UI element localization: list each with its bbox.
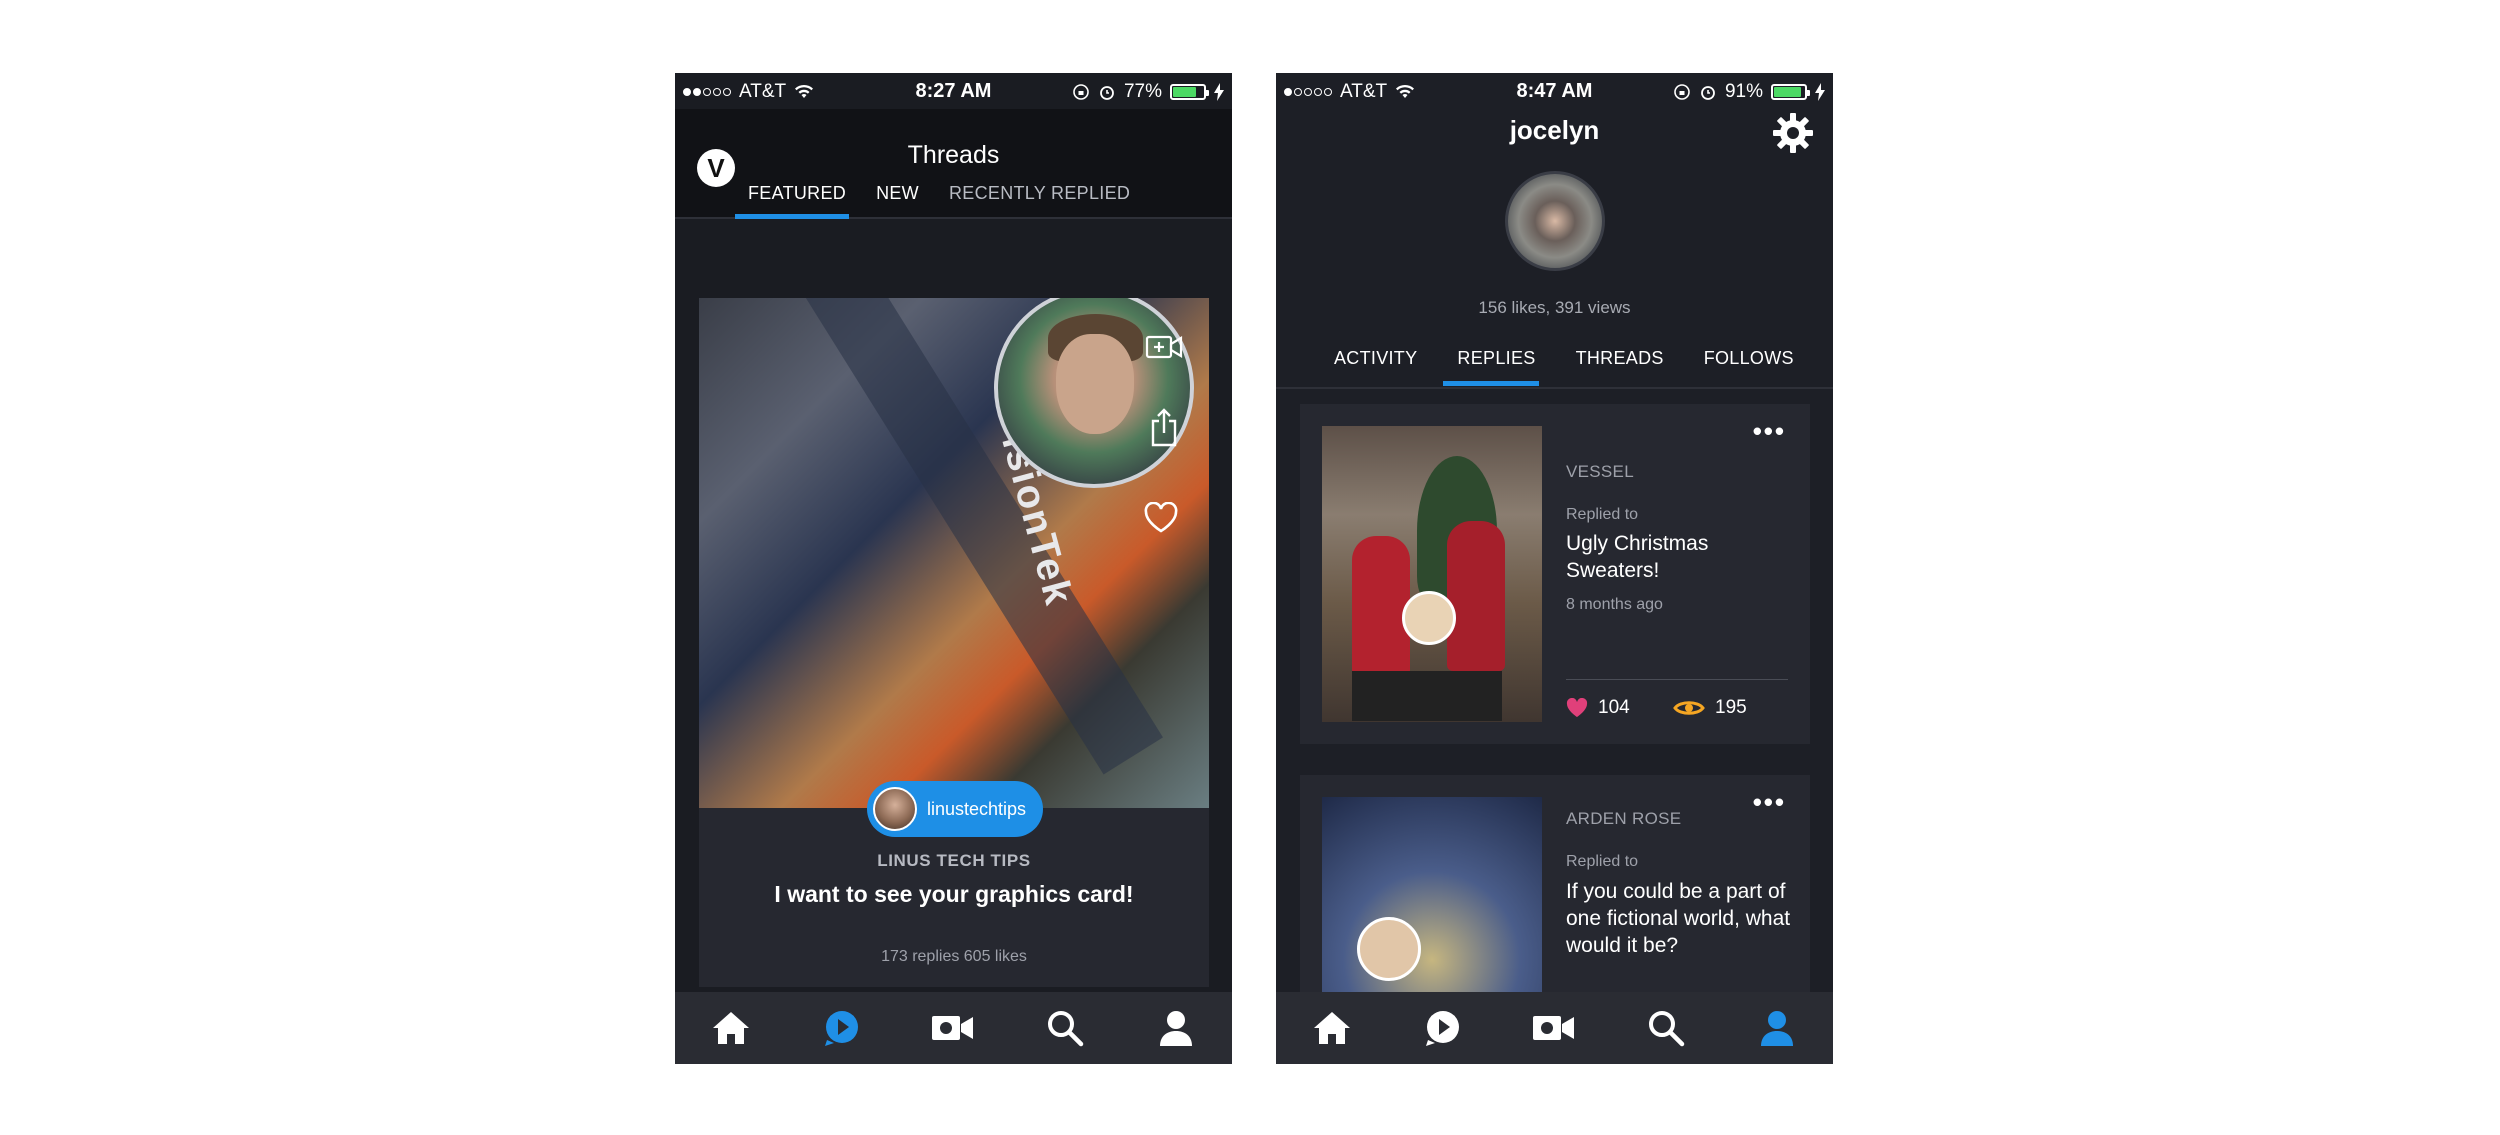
share-icon[interactable] xyxy=(1147,406,1181,448)
profile-screen: AT&T 8:47 AM 91% jocelyn 156 likes, 391 … xyxy=(1276,73,1833,1064)
likes-metric: 104 xyxy=(1566,697,1630,719)
like-heart-icon xyxy=(1566,698,1588,717)
orientation-lock-icon xyxy=(1073,84,1089,100)
replied-to-label: Replied to xyxy=(1566,853,1639,870)
reply-thumbnail[interactable] xyxy=(1322,426,1542,722)
battery-percent: 91% xyxy=(1724,81,1763,102)
tab-threads[interactable]: THREADS xyxy=(1562,348,1678,383)
thread-title[interactable]: I want to see your graphics card! xyxy=(699,881,1209,908)
reply-source[interactable]: VESSEL xyxy=(1566,462,1634,482)
charging-icon xyxy=(1815,83,1825,101)
status-bar: AT&T 8:27 AM 77% xyxy=(675,73,1232,109)
more-options-icon[interactable]: ••• xyxy=(1753,787,1786,818)
tab-activity[interactable]: ACTIVITY xyxy=(1320,348,1431,383)
tab-new[interactable]: NEW xyxy=(861,183,934,218)
profile-icon[interactable] xyxy=(1153,1005,1199,1051)
reply-card[interactable]: ••• VESSEL Replied to Ugly Christmas Swe… xyxy=(1300,404,1810,744)
orientation-lock-icon xyxy=(1674,84,1690,100)
search-icon[interactable] xyxy=(1643,1005,1689,1051)
battery-percent: 77% xyxy=(1123,81,1162,102)
camera-icon[interactable] xyxy=(930,1005,976,1051)
tab-replies[interactable]: REPLIES xyxy=(1443,348,1549,383)
alarm-icon xyxy=(1100,86,1114,100)
avatar xyxy=(873,787,917,831)
profile-icon[interactable] xyxy=(1754,1005,1800,1051)
tab-recently-replied[interactable]: RECENTLY REPLIED xyxy=(934,183,1145,218)
thread-stats: 173 replies 605 likes xyxy=(881,948,1027,965)
reply-preview-bubble[interactable] xyxy=(994,298,1194,488)
camera-add-icon[interactable] xyxy=(1145,330,1185,364)
profile-tabs: ACTIVITY REPLIES THREADS FOLLOWS xyxy=(1320,348,1820,383)
user-chip-name: linustechtips xyxy=(927,798,1027,819)
thread-video[interactable]: isionTek xyxy=(699,298,1209,808)
divider xyxy=(1566,679,1788,680)
reply-thread-title[interactable]: Ugly Christmas Sweaters! xyxy=(1566,530,1791,584)
battery-icon xyxy=(1170,84,1209,100)
gear-icon[interactable] xyxy=(1771,111,1815,155)
profile-tabs-divider xyxy=(1276,387,1833,389)
threads-icon[interactable] xyxy=(819,1005,865,1051)
views-count: 195 xyxy=(1715,697,1747,718)
page-title: Threads xyxy=(907,141,1000,169)
threads-header: V Threads FEATURED NEW RECENTLY REPLIED xyxy=(675,109,1232,219)
home-icon[interactable] xyxy=(708,1005,754,1051)
search-icon[interactable] xyxy=(1042,1005,1088,1051)
camera-icon[interactable] xyxy=(1531,1005,1577,1051)
eye-icon xyxy=(1673,701,1705,715)
views-metric: 195 xyxy=(1673,697,1747,719)
tab-featured[interactable]: FEATURED xyxy=(733,183,861,218)
reply-source[interactable]: ARDEN ROSE xyxy=(1566,809,1681,829)
charging-icon xyxy=(1214,83,1224,101)
profile-stats: 156 likes, 391 views xyxy=(1478,298,1631,317)
heart-icon[interactable] xyxy=(1141,498,1181,538)
home-icon[interactable] xyxy=(1309,1005,1355,1051)
active-tab-indicator xyxy=(1443,381,1539,386)
threads-screen: AT&T 8:27 AM 77% V Threads FEATURED NEW … xyxy=(675,73,1232,1064)
featured-thread-card[interactable]: isionTek linustechtips LINUS TECH TIPS I… xyxy=(699,298,1209,987)
replied-to-label: Replied to xyxy=(1566,506,1639,523)
more-options-icon[interactable]: ••• xyxy=(1753,416,1786,447)
battery-icon xyxy=(1771,84,1810,100)
threads-icon[interactable] xyxy=(1420,1005,1466,1051)
reply-thread-title[interactable]: If you could be a part of one fictional … xyxy=(1566,878,1791,959)
user-chip[interactable]: linustechtips xyxy=(867,781,1043,837)
likes-count: 104 xyxy=(1598,697,1630,718)
bottom-nav xyxy=(1276,992,1833,1064)
reply-timestamp: 8 months ago xyxy=(1566,596,1663,613)
thread-tabs: FEATURED NEW RECENTLY REPLIED xyxy=(733,183,1145,218)
bottom-nav xyxy=(675,992,1232,1064)
avatar[interactable] xyxy=(1505,171,1605,271)
tab-follows[interactable]: FOLLOWS xyxy=(1690,348,1808,383)
channel-name[interactable]: LINUS TECH TIPS xyxy=(699,851,1209,871)
profile-username: jocelyn xyxy=(1509,115,1600,145)
alarm-icon xyxy=(1701,86,1715,100)
active-tab-indicator xyxy=(735,214,849,219)
status-bar: AT&T 8:47 AM 91% xyxy=(1276,73,1833,109)
